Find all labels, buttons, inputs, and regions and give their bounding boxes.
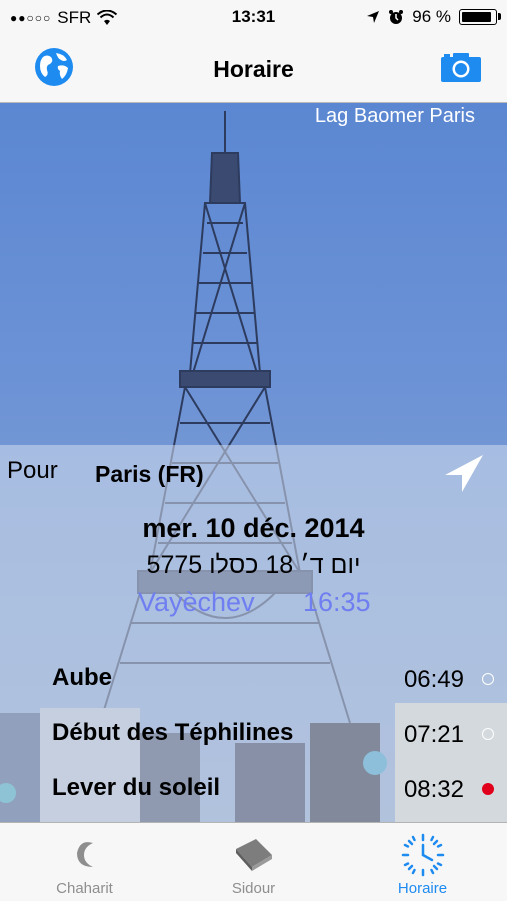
location-services-icon [367,11,380,23]
status-dot-icon [482,783,494,795]
page-title: Horaire [213,56,294,82]
parasha-name: Vayèchev [138,587,255,617]
time-label: Début des Téphilines [52,719,294,746]
moon-icon [76,842,93,867]
location-arrow-icon[interactable] [443,453,485,495]
battery-label: 96 % [412,7,451,26]
time-row-lever-soleil[interactable]: Lever du soleil 08:32 [0,766,507,812]
candle-lighting-time: 16:35 [303,587,371,617]
navigation-bar: Horaire [0,40,507,100]
time-label: Aube [52,664,112,691]
hebrew-date: יום ד׳ 18 כסלו 5775 [146,551,361,579]
time-row-aube[interactable]: Aube 06:49 [0,656,507,702]
tab-label: Horaire [397,880,448,897]
status-right: 96 % [366,7,501,27]
time-label: Lever du soleil [52,774,221,801]
time-row-tephilines[interactable]: Début des Téphilines 07:21 [0,711,507,757]
alarm-icon [389,10,404,24]
background-photo: Lag Baomer Paris Pour Paris (FR) mer. 10… [0,103,507,822]
status-bar: ●●○○○ SFR 13:31 96 % [0,0,507,36]
photo-caption: Lag Baomer Paris [314,105,475,127]
status-dot-icon [482,728,494,740]
location-prefix: Pour [7,457,58,484]
battery-fill [462,12,491,22]
book-icon [235,839,272,871]
tab-label: Sidour [231,880,276,897]
time-value: 08:32 [403,776,464,803]
top-bar: ●●○○○ SFR 13:31 96 % Horaire [0,0,507,103]
clock-icon [401,833,444,877]
times-panel: Pour Paris (FR) mer. 10 déc. 2014 יום ד׳… [0,445,507,822]
time-value: 06:49 [403,666,464,693]
tab-bar: Chaharit Sidour Horaire [0,822,507,901]
tab-label: Chaharit [56,880,113,897]
city-selector[interactable]: Paris (FR) [95,461,204,488]
camera-icon[interactable] [440,51,482,83]
tab-horaire[interactable]: Horaire [338,823,507,901]
time-value: 07:21 [403,721,464,748]
status-dot-icon [482,673,494,685]
tab-chaharit[interactable]: Chaharit [0,823,169,901]
gregorian-date: mer. 10 déc. 2014 [142,513,365,543]
tab-sidour[interactable]: Sidour [169,823,338,901]
battery-icon [459,9,501,25]
